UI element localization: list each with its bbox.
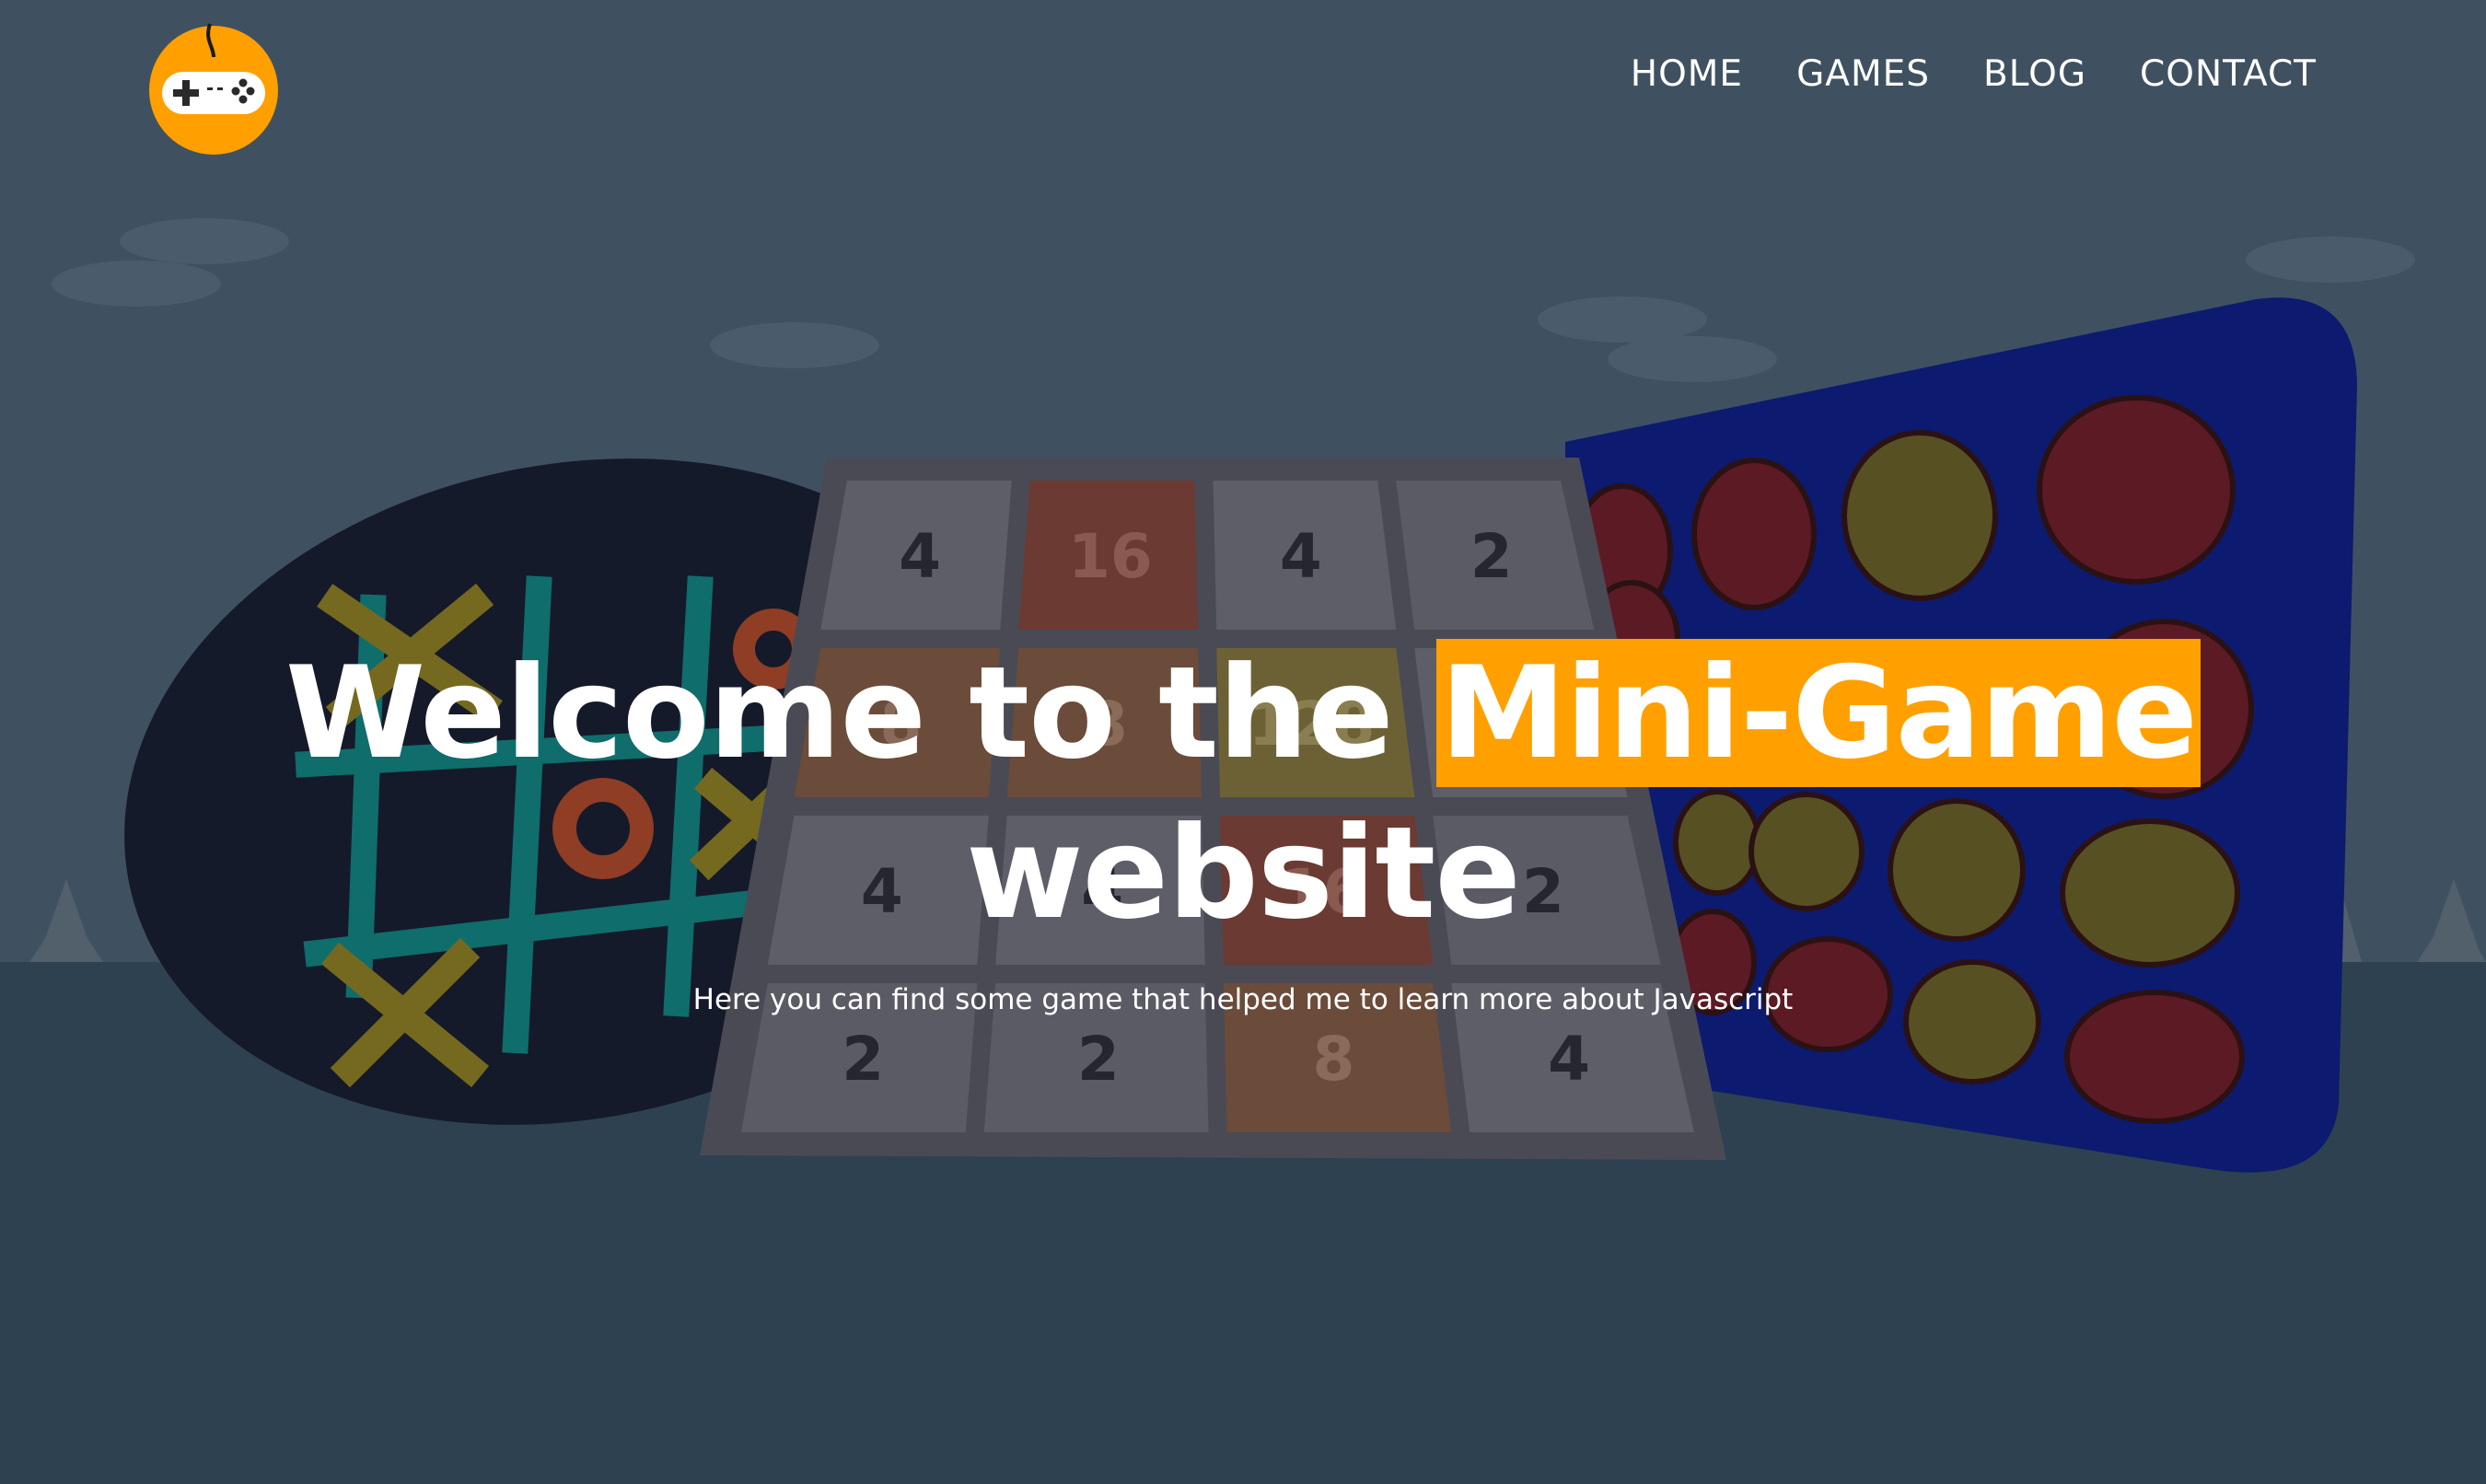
main-nav: HOME GAMES BLOG CONTACT [1631,53,2317,95]
tile-2048-value: 16 [1068,521,1153,592]
nav-home[interactable]: HOME [1631,53,1743,95]
nav-blog[interactable]: BLOG [1983,53,2086,95]
tile-2048-value: 2 [1470,521,1513,592]
tile-2048-value: 2 [1077,1024,1120,1095]
hero-title-highlight: Mini-Game [1435,639,2201,787]
nav-contact[interactable]: CONTACT [2140,53,2317,95]
tile-2048-value: 8 [1312,1024,1354,1095]
hero-title-suffix: website [966,799,1521,947]
hero-title-prefix: Welcome to the [285,639,1436,787]
hero-title: Welcome to the Mini-Game website [0,633,2486,954]
tile-2048-value: 2 [842,1024,884,1095]
hero-section: 41642881281441622284 HOME GAMES BLOG CON… [0,0,2486,1484]
hero-subtitle: Here you can find some game that helped … [692,983,1794,1016]
tile-2048-value: 4 [1548,1024,1590,1095]
tile-2048-value: 4 [1280,521,1322,592]
tile-2048-value: 4 [899,521,941,592]
gamepad-icon[interactable] [147,20,280,155]
nav-games[interactable]: GAMES [1796,53,1930,95]
